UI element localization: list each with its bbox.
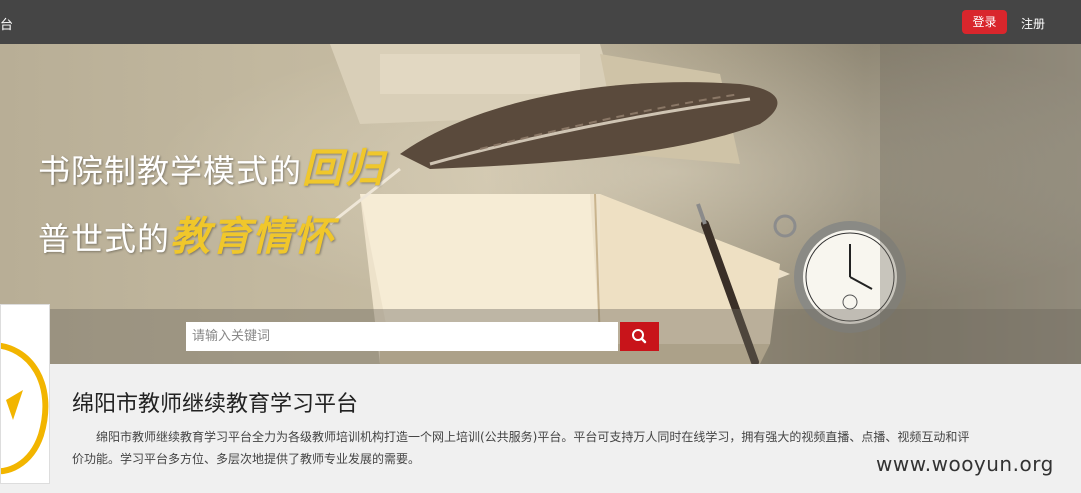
platform-logo bbox=[0, 304, 50, 484]
slogan-line-1-text: 书院制教学模式的 bbox=[38, 152, 303, 190]
slogan-line-2-highlight: 教育情怀 bbox=[170, 213, 335, 260]
register-link[interactable]: 注册 bbox=[1021, 15, 1045, 32]
site-name-fragment: 台 bbox=[0, 18, 14, 33]
slogan-line-1: 书院制教学模式的回归 bbox=[38, 136, 384, 194]
login-button[interactable]: 登录 bbox=[962, 10, 1007, 34]
platform-title: 绵阳市教师继续教育学习平台 bbox=[72, 392, 359, 417]
search-input[interactable] bbox=[186, 322, 618, 351]
hero-banner: 书院制教学模式的回归 普世式的教育情怀 bbox=[0, 44, 1081, 364]
slogan-line-2-text: 普世式的 bbox=[38, 220, 171, 258]
slogan-line-2: 普世式的教育情怀 bbox=[38, 204, 334, 262]
search-icon bbox=[632, 329, 647, 344]
top-nav-bar: 台 登录 注册 bbox=[0, 0, 1081, 44]
platform-description: 绵阳市教师继续教育学习平台全力为各级教师培训机构打造一个网上培训(公共服务)平台… bbox=[72, 430, 970, 466]
logo-swoosh-icon bbox=[1, 342, 49, 475]
search-button[interactable] bbox=[620, 322, 659, 351]
slogan-line-1-highlight: 回归 bbox=[302, 145, 385, 192]
watermark-text: www.wooyun.org bbox=[876, 452, 1054, 476]
